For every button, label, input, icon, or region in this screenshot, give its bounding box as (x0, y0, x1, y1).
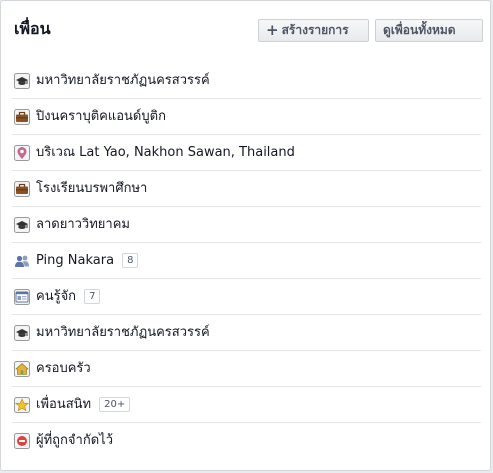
graduation-cap-icon (14, 217, 30, 233)
list-item[interactable]: ครอบครัว (12, 351, 481, 387)
list-item-label: คนรู้จัก (36, 289, 77, 304)
list-item-label: โรงเรียนบรพาศึกษา (36, 181, 148, 196)
panel-header: เพื่อน + สร้างรายการ ดูเพื่อนทั้งหมด (1, 1, 490, 61)
friends-panel: เพื่อน + สร้างรายการ ดูเพื่อนทั้งหมด มหาว… (0, 0, 491, 471)
list-item[interactable]: Ping Nakara 8 (12, 243, 481, 279)
list-item-count-badge: 7 (84, 289, 101, 304)
list-item[interactable]: เพื่อนสนิท 20+ (12, 387, 481, 423)
list-item-text: คนรู้จัก 7 (36, 288, 101, 306)
people-icon (14, 253, 30, 269)
id-card-icon (14, 289, 30, 305)
list-item[interactable]: บริเวณ Lat Yao, Nakhon Sawan, Thailand (12, 135, 481, 171)
list-item-text: บริเวณ Lat Yao, Nakhon Sawan, Thailand (36, 144, 295, 162)
briefcase-icon (14, 109, 30, 125)
panel-title: เพื่อน (14, 19, 51, 38)
friend-lists: มหาวิทยาลัยราชภัฏนครสวรรค์ปิงนคราบุติคแอ… (12, 63, 481, 459)
house-icon (14, 361, 30, 377)
list-item-count-badge: 8 (122, 253, 139, 268)
star-icon (14, 397, 30, 413)
create-list-label: สร้างรายการ (281, 23, 349, 37)
list-item-label: มหาวิทยาลัยราชภัฏนครสวรรค์ (36, 325, 210, 340)
graduation-cap-icon (14, 73, 30, 89)
list-item[interactable]: ลาดยาววิทยาคม (12, 207, 481, 243)
list-item[interactable]: มหาวิทยาลัยราชภัฏนครสวรรค์ (12, 63, 481, 99)
list-item-text: ปิงนคราบุติคแอนด์บูติก (36, 108, 166, 126)
list-item-count-badge: 20+ (99, 397, 131, 412)
list-item-text: มหาวิทยาลัยราชภัฏนครสวรรค์ (36, 72, 210, 90)
list-item-text: ครอบครัว (36, 360, 91, 378)
list-item-label: Ping Nakara (36, 253, 115, 268)
list-item-text: โรงเรียนบรพาศึกษา (36, 180, 147, 198)
graduation-cap-icon (14, 325, 30, 341)
list-item-label: เพื่อนสนิท (36, 397, 92, 412)
plus-icon: + (266, 21, 279, 39)
list-item-text: มหาวิทยาลัยราชภัฏนครสวรรค์ (36, 324, 210, 342)
list-item[interactable]: คนรู้จัก 7 (12, 279, 481, 315)
list-item-label: มหาวิทยาลัยราชภัฏนครสวรรค์ (36, 73, 210, 88)
restricted-icon (14, 433, 30, 449)
list-item-text: เพื่อนสนิท 20+ (36, 396, 131, 414)
list-item[interactable]: ผู้ที่ถูกจำกัดไว้ (12, 423, 481, 459)
map-pin-icon (14, 145, 30, 161)
list-item-label: ผู้ที่ถูกจำกัดไว้ (36, 433, 113, 448)
see-all-friends-label: ดูเพื่อนทั้งหมด (383, 23, 456, 37)
list-item[interactable]: มหาวิทยาลัยราชภัฏนครสวรรค์ (12, 315, 481, 351)
list-item-label: ครอบครัว (36, 361, 91, 376)
list-item[interactable]: ปิงนคราบุติคแอนด์บูติก (12, 99, 481, 135)
list-item-label: ปิงนคราบุติคแอนด์บูติก (36, 109, 166, 124)
list-item-text: Ping Nakara 8 (36, 252, 139, 270)
see-all-friends-button[interactable]: ดูเพื่อนทั้งหมด (375, 19, 483, 42)
list-item-label: บริเวณ Lat Yao, Nakhon Sawan, Thailand (36, 145, 295, 160)
create-list-button[interactable]: + สร้างรายการ (258, 19, 369, 42)
list-item[interactable]: โรงเรียนบรพาศึกษา (12, 171, 481, 207)
list-item-text: ลาดยาววิทยาคม (36, 216, 130, 234)
list-item-text: ผู้ที่ถูกจำกัดไว้ (36, 432, 113, 450)
briefcase-icon (14, 181, 30, 197)
list-item-label: ลาดยาววิทยาคม (36, 217, 130, 232)
